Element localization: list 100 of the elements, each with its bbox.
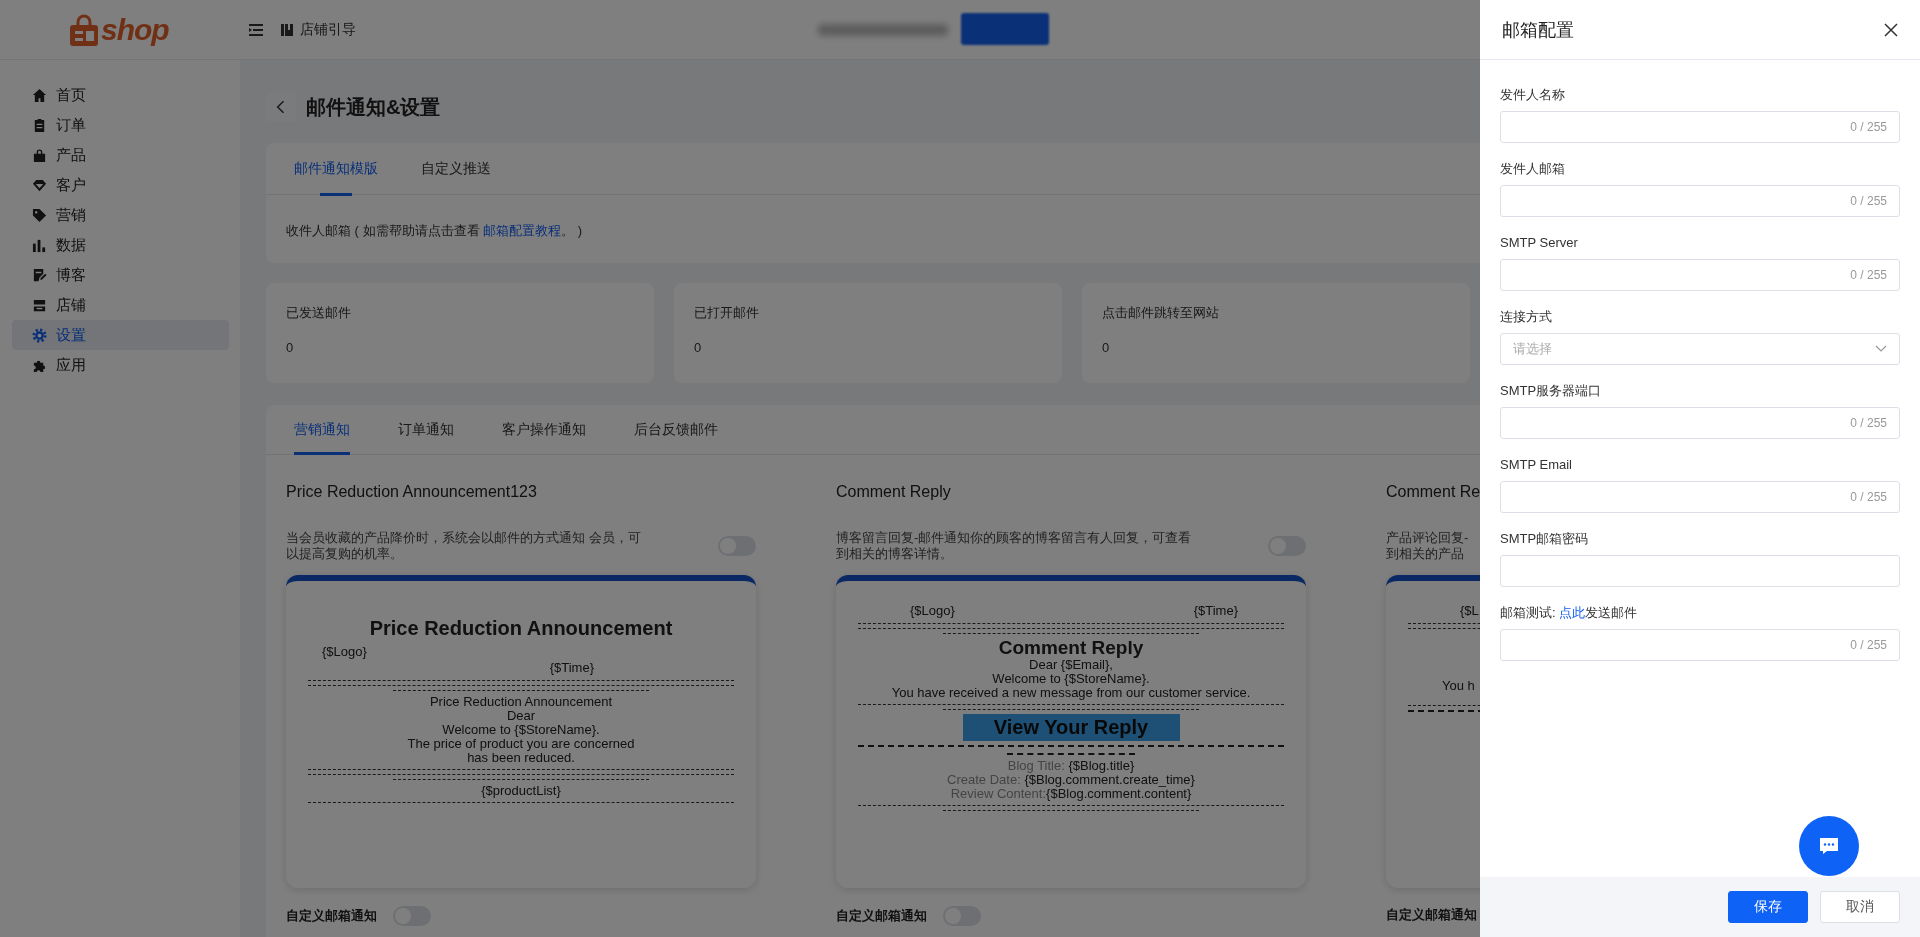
sidebar-item[interactable]: 首页 (12, 80, 229, 110)
char-counter: 0 / 255 (1850, 416, 1887, 430)
home-icon (32, 87, 47, 103)
email-text: Welcome to {$StoreName}. (992, 671, 1150, 686)
close-button[interactable] (1884, 22, 1898, 37)
field-label: SMTP服务器端口 (1500, 382, 1603, 400)
email-heading: Price Reduction Announcement (368, 616, 674, 640)
stat-value: 0 (694, 340, 703, 355)
logo-text: shop (101, 12, 169, 47)
field-label: 发件人名称 (1500, 86, 1566, 104)
field-label: SMTP Server (1500, 234, 1579, 252)
diamond-icon (32, 177, 47, 193)
menu-icon[interactable] (248, 21, 264, 38)
custom-notify-label: 自定义邮箱通知 (836, 907, 927, 925)
sidebar-item[interactable]: 博客 (12, 260, 229, 290)
input-field[interactable]: 0 / 255 (1500, 111, 1900, 143)
book-icon (280, 22, 294, 37)
email-text: Dear {$Email}, (1029, 657, 1113, 672)
bag-icon (32, 147, 47, 163)
char-counter: 0 / 255 (1850, 638, 1887, 652)
char-counter: 0 / 255 (1850, 268, 1887, 282)
email-text: Price Reduction Announcement (429, 694, 613, 709)
custom-notify-label: 自定义邮箱通知 (286, 907, 377, 925)
email-text: Dear (506, 708, 536, 723)
tag-icon (32, 207, 47, 223)
clipboard-icon (32, 117, 47, 133)
stat-label: 已发送邮件 (286, 304, 352, 322)
email-text: {$productList} (481, 783, 561, 798)
recipient-note: 收件人邮箱 ( 如需帮助请点击查看 邮箱配置教程。 ) (286, 222, 583, 240)
save-button[interactable]: 保存 (1728, 891, 1808, 923)
template-title: Price Reduction Announcement123 (286, 482, 537, 502)
chevron-left-icon (276, 99, 286, 115)
select-field[interactable]: 请选择 (1500, 333, 1900, 365)
logo-placeholder-text: {$Logo} (910, 603, 955, 619)
time-placeholder-text: {$Time} (1193, 603, 1238, 619)
sidebar-item[interactable]: 设置 (12, 320, 229, 350)
sidebar-item[interactable]: 营销 (12, 200, 229, 230)
stat-value: 0 (286, 340, 295, 355)
template-description: 博客留言回复-邮件通知你的顾客的博客留言有人回复，可查看 到相关的博客详情。 (836, 530, 1192, 562)
field-label: SMTP邮箱密码 (1500, 530, 1590, 548)
char-counter: 0 / 255 (1850, 120, 1887, 134)
stat-value: 0 (1102, 340, 1111, 355)
input-field[interactable]: 0 / 255 (1500, 185, 1900, 217)
template-title: Comment Re (1386, 482, 1481, 502)
tab[interactable]: 邮件通知模版 (294, 143, 378, 194)
tab[interactable]: 订单通知 (398, 405, 454, 454)
template-description: 产品评论回复- 到相关的产品 (1386, 530, 1469, 562)
input-field[interactable]: 0 / 255 (1500, 481, 1900, 513)
email-detail-text: Blog Title: {$Blog.title} (1007, 758, 1135, 773)
blurred-button[interactable] (961, 13, 1049, 45)
logo-placeholder-text: {$Logo} (322, 644, 367, 659)
close-icon (1884, 22, 1898, 37)
char-counter: 0 / 255 (1850, 194, 1887, 208)
email-text: has been reduced. (467, 750, 575, 765)
tutorial-link[interactable]: 邮箱配置教程 (483, 223, 562, 238)
cancel-button[interactable]: 取消 (1820, 891, 1900, 923)
sidebar-item[interactable]: 订单 (12, 110, 229, 140)
tab[interactable]: 客户操作通知 (502, 405, 586, 454)
shopping-bag-icon (67, 12, 101, 47)
email-heading: Comment Reply (997, 638, 1145, 658)
field-label: 连接方式 (1500, 308, 1553, 326)
input-field[interactable]: 0 / 255 (1500, 629, 1900, 661)
template-description: 当会员收藏的产品降价时，系统会以邮件的方式通知 会员，可 以提高复购的机率。 (286, 530, 641, 562)
stat-label: 点击邮件跳转至网站 (1102, 304, 1220, 322)
sidebar-item[interactable]: 数据 (12, 230, 229, 260)
tab[interactable]: 营销通知 (294, 405, 350, 454)
bar-chart-icon (32, 237, 47, 253)
email-text: You have received a new message from our customer service. (891, 685, 1251, 700)
field-label: SMTP Email (1500, 456, 1573, 474)
settings-icon (32, 327, 47, 343)
char-counter: 0 / 255 (1850, 490, 1887, 504)
chat-bubble-icon (1819, 836, 1839, 856)
template-title: Comment Reply (836, 482, 951, 502)
edit-icon (32, 267, 47, 283)
guide-link[interactable]: 店铺引导 (280, 20, 356, 39)
sidebar-item[interactable]: 应用 (12, 350, 229, 380)
send-link[interactable]: 点此 (1559, 605, 1586, 620)
stat-label: 已打开邮件 (694, 304, 760, 322)
logo-placeholder-text: {$L (1460, 603, 1479, 619)
page-title: 邮件通知&设置 (306, 94, 441, 120)
email-text: Welcome to {$StoreName}. (442, 722, 600, 737)
tab[interactable]: 自定义推送 (421, 143, 491, 194)
password-field[interactable] (1500, 555, 1900, 587)
email-text: You h (1442, 678, 1475, 693)
chevron-down-icon (1875, 345, 1887, 353)
drawer-title: 邮箱配置 (1502, 18, 1574, 42)
field-label: 邮箱测试: 点此发送邮件 (1500, 604, 1639, 622)
email-text: The price of product you are concerned (407, 736, 635, 751)
custom-notify-label: 自定义邮箱通知 (1386, 906, 1477, 924)
input-field[interactable]: 0 / 255 (1500, 259, 1900, 291)
sidebar-item[interactable]: 客户 (12, 170, 229, 200)
tab[interactable]: 后台反馈邮件 (634, 405, 718, 454)
email-detail-text: Create Date: {$Blog.comment.create_time} (947, 772, 1195, 787)
sidebar-item[interactable]: 店铺 (12, 290, 229, 320)
time-placeholder-text: {$Time} (549, 660, 594, 675)
input-field[interactable]: 0 / 255 (1500, 407, 1900, 439)
sidebar-item[interactable]: 产品 (12, 140, 229, 170)
store-icon (32, 297, 47, 313)
field-label: 发件人邮箱 (1500, 160, 1566, 178)
email-detail-text: Review Content:{$Blog.comment.content} (950, 786, 1192, 801)
